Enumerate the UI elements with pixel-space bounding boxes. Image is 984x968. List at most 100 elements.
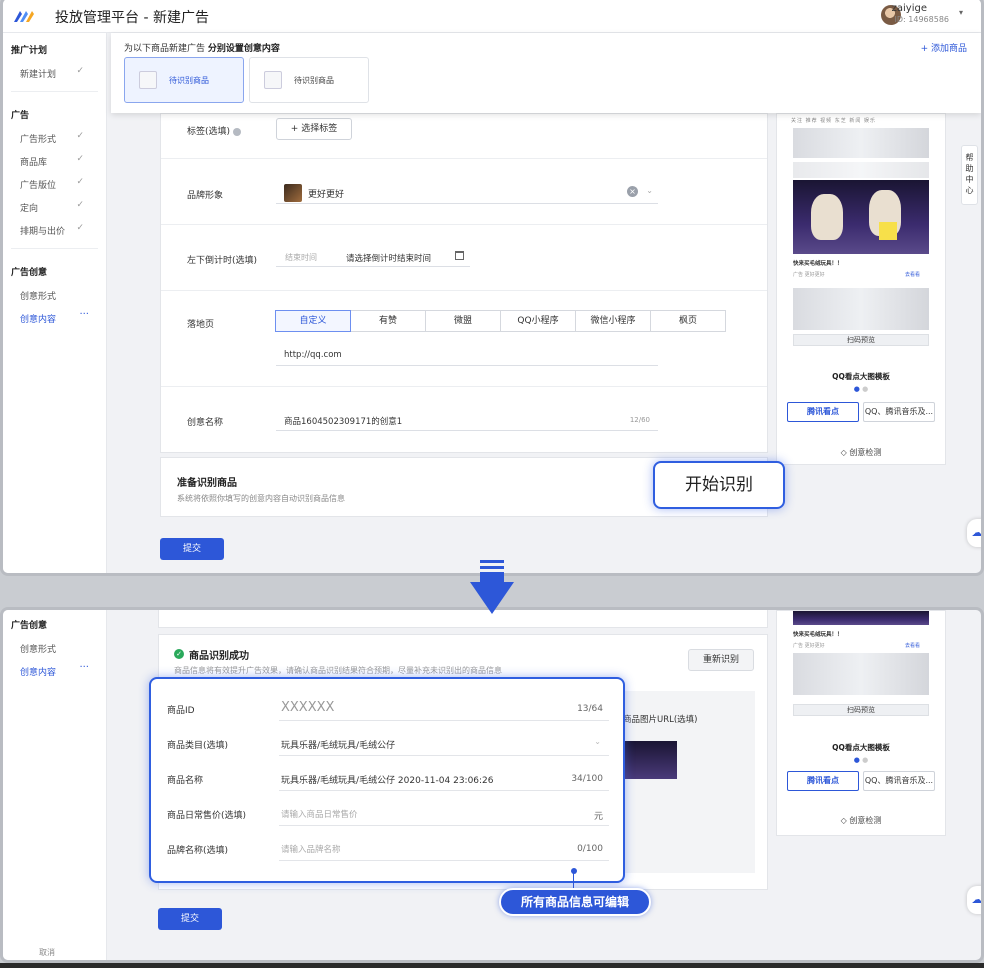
- carousel-dots[interactable]: ● ●: [777, 757, 945, 764]
- product-name-input[interactable]: 玩具乐器/毛绒玩具/毛绒公仔 2020-11-04 23:06:26 34/10…: [279, 765, 609, 791]
- placement-qq-button[interactable]: QQ、腾讯音乐及...: [863, 771, 935, 791]
- sidebar-item-creative-format[interactable]: 创意形式: [3, 284, 106, 307]
- chevron-down-icon: ⌄: [594, 737, 601, 746]
- check-icon: ✓: [76, 154, 84, 164]
- toy-image: [811, 194, 843, 240]
- submit-button[interactable]: 提交: [160, 538, 224, 560]
- field-label: 商品名称: [167, 776, 204, 786]
- preview-ad-image: [793, 180, 929, 254]
- divider: [11, 248, 98, 249]
- product-card[interactable]: 待识别商品: [249, 57, 369, 103]
- add-product-link[interactable]: + 添加商品: [921, 41, 967, 54]
- panel-title-text: 为以下商品新建广告: [124, 44, 206, 54]
- form-card-tail: [158, 610, 768, 628]
- field-product-name: 商品名称 玩具乐器/毛绒玩具/毛绒公仔 2020-11-04 23:06:26 …: [151, 761, 623, 795]
- creative-check[interactable]: ◇ 创意检测: [777, 815, 945, 826]
- sidebar-item-label: 创意内容: [20, 668, 57, 678]
- product-placeholder-icon: [139, 71, 157, 89]
- tab-fengye[interactable]: 枫页: [650, 310, 726, 332]
- sidebar-section-creative: 广告创意: [11, 621, 48, 631]
- feedback-icon[interactable]: ☁: [967, 519, 981, 547]
- landing-url-input[interactable]: http://qq.com: [276, 344, 658, 366]
- more-icon[interactable]: ···: [79, 662, 89, 673]
- product-placeholder-icon: [264, 71, 282, 89]
- preview-feed-tabs: 关注 推荐 视频 东芝 新闻 娱乐: [791, 118, 876, 124]
- app-logo-icon: [14, 11, 34, 22]
- product-image-thumb[interactable]: [619, 741, 677, 779]
- countdown-value: 请选择倒计时结束时间: [346, 254, 432, 264]
- panel-title: 为以下商品新建广告 分别设置创意内容: [124, 41, 280, 54]
- brand-value: 更好更好: [308, 190, 345, 200]
- tag-label: 标签(选填): [187, 124, 241, 137]
- countdown-label: 左下倒计时(选填): [187, 256, 258, 266]
- feedback-icon[interactable]: ☁: [967, 886, 981, 914]
- start-recognition-button[interactable]: 开始识别: [653, 461, 785, 509]
- shield-icon: ◇: [840, 816, 847, 825]
- sidebar-item-creative-format[interactable]: 创意形式: [3, 637, 106, 660]
- template-title: QQ看点大图模板: [832, 743, 890, 752]
- tab-qq-miniapp[interactable]: QQ小程序: [500, 310, 576, 332]
- user-id: ID: 14968586: [894, 15, 949, 24]
- brand-select[interactable]: 更好更好 × ⌄: [276, 182, 658, 204]
- product-card[interactable]: 待识别商品: [124, 57, 244, 103]
- check-icon: ✓: [76, 131, 84, 141]
- scan-preview-button[interactable]: 扫码预览: [793, 334, 929, 346]
- sidebar-item-new-plan[interactable]: 新建计划 ✓: [3, 62, 106, 85]
- placement-kandian-button[interactable]: 腾讯看点: [787, 771, 859, 791]
- sidebar-item-product-lib[interactable]: 商品库 ✓: [3, 150, 106, 173]
- sidebar-item-label: 创意形式: [20, 292, 57, 302]
- field-label: 商品ID: [167, 706, 195, 716]
- sidebar-item-ad-format[interactable]: 广告形式 ✓: [3, 127, 106, 150]
- divider: [161, 158, 767, 159]
- submit-button[interactable]: 提交: [158, 908, 222, 930]
- re-recognize-button[interactable]: 重新识别: [688, 649, 754, 671]
- calendar-icon[interactable]: [455, 251, 464, 260]
- product-id-input[interactable]: XXXXXX 13/64: [279, 695, 609, 721]
- arrow-down-icon: [470, 560, 514, 614]
- help-center-tab[interactable]: 帮助中心: [961, 145, 978, 205]
- creative-check[interactable]: ◇ 创意检测: [777, 447, 945, 458]
- success-icon: ✓: [174, 649, 184, 659]
- preview-blur-block: [793, 128, 929, 158]
- creative-name-input[interactable]: 商品1604502309171的创意1 12/60: [276, 409, 658, 431]
- divider: [161, 224, 767, 225]
- sidebar-item-schedule-bid[interactable]: 排期与出价 ✓: [3, 219, 106, 242]
- category-select[interactable]: 玩具乐器/毛绒玩具/毛绒公仔 ⌄: [279, 730, 609, 756]
- price-input[interactable]: 请输入商品日常售价 元: [279, 800, 609, 826]
- tab-wechat-miniapp[interactable]: 微信小程序: [575, 310, 651, 332]
- sidebar-section-creative: 广告创意: [11, 268, 48, 278]
- product-card-label: 待识别商品: [169, 76, 209, 85]
- sidebar-item-label: 新建计划: [20, 70, 57, 80]
- sidebar-item-creative-content[interactable]: 创意内容 ···: [3, 307, 106, 330]
- char-counter: 12/60: [629, 416, 650, 424]
- sidebar-item-placement[interactable]: 广告版位 ✓: [3, 173, 106, 196]
- callout-line: [573, 873, 574, 889]
- sidebar-item-creative-content[interactable]: 创意内容 ···: [3, 660, 106, 683]
- select-tag-button[interactable]: + 选择标签: [276, 118, 352, 140]
- sidebar: 推广计划 新建计划 ✓ 广告 广告形式 ✓ 商品库 ✓ 广告版位 ✓ 定向 ✓ 排期与出价…: [3, 33, 107, 573]
- clear-icon[interactable]: ×: [627, 186, 638, 197]
- user-name[interactable]: zaiyige: [892, 3, 927, 14]
- sidebar-item-targeting[interactable]: 定向 ✓: [3, 196, 106, 219]
- cancel-link[interactable]: 取消: [39, 947, 55, 958]
- brand-name-input[interactable]: 请输入品牌名称 0/100: [279, 835, 609, 861]
- field-placeholder: 请输入品牌名称: [281, 845, 341, 855]
- countdown-input[interactable]: 结束时间 请选择倒计时结束时间: [276, 247, 470, 267]
- field-product-id: 商品ID XXXXXX 13/64: [151, 691, 623, 725]
- caret-down-icon[interactable]: ▾: [959, 8, 963, 17]
- tab-custom[interactable]: 自定义: [275, 310, 351, 332]
- help-icon[interactable]: [232, 127, 241, 136]
- tab-weimob[interactable]: 微盟: [425, 310, 501, 332]
- creative-name-value: 商品1604502309171的创意1: [284, 417, 403, 427]
- carousel-dots[interactable]: ● ●: [777, 386, 945, 393]
- field-value: XXXXXX: [281, 700, 335, 715]
- creative-form: 标签(选填) + 选择标签 品牌形象 更好更好 × ⌄ 左下倒计时(选填) 结束…: [160, 113, 768, 453]
- tab-youzan[interactable]: 有赞: [350, 310, 426, 332]
- placement-qq-button[interactable]: QQ、腾讯音乐及...: [863, 402, 935, 422]
- preview-ad-tag: 广告 更好更好: [793, 643, 825, 649]
- scan-preview-button[interactable]: 扫码预览: [793, 704, 929, 716]
- check-icon: ✓: [76, 223, 84, 233]
- placement-kandian-button[interactable]: 腾讯看点: [787, 402, 859, 422]
- more-icon[interactable]: ···: [79, 309, 89, 320]
- char-counter: 0/100: [577, 844, 603, 854]
